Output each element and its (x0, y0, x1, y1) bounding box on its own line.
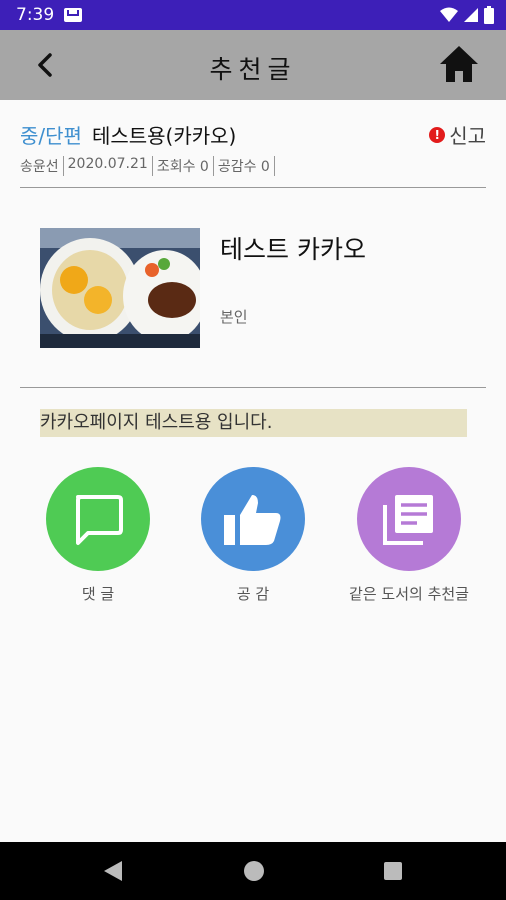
book-title-label: 테스트용(카카오) (91, 124, 237, 148)
meta-views: 조회수 0 (153, 156, 214, 176)
post-meta: 송윤선 2020.07.21 조회수 0 공감수 0 (20, 156, 275, 176)
system-icons (440, 6, 494, 24)
related-posts-button[interactable]: 같은 도서의 추천글 (329, 467, 489, 604)
status-time: 7:39 (16, 5, 55, 25)
divider (20, 387, 486, 388)
book-cover-image (40, 228, 200, 348)
genre-label: 중/단편 (20, 124, 82, 148)
comment-button[interactable]: 댓 글 (18, 467, 178, 604)
meta-date: 2020.07.21 (64, 156, 153, 176)
post-content: 카카오페이지 테스트용 입니다. (40, 409, 467, 437)
comment-circle (46, 467, 150, 571)
related-posts-circle (357, 467, 461, 571)
nav-recents-icon[interactable] (383, 861, 403, 881)
like-circle (201, 467, 305, 571)
comment-label: 댓 글 (81, 585, 115, 603)
meta-likes: 공감수 0 (214, 156, 275, 176)
thumbs-up-icon (224, 495, 281, 545)
like-button[interactable]: 공 감 (173, 467, 333, 604)
app-bar: 추천글 (0, 30, 506, 100)
book-title: 테스트 카카오 (220, 235, 366, 264)
report-button[interactable]: ! 신고 (429, 120, 486, 149)
gmail-icon (64, 8, 82, 22)
like-label: 공 감 (236, 585, 270, 603)
related-posts-label: 같은 도서의 추천글 (349, 585, 469, 603)
comment-icon (76, 495, 123, 545)
meta-author: 송윤선 (20, 156, 64, 176)
book-author: 본인 (220, 308, 248, 326)
battery-icon (484, 6, 494, 24)
nav-home-icon[interactable] (243, 860, 265, 882)
status-bar: 7:39 (0, 0, 506, 30)
home-icon[interactable] (438, 44, 480, 84)
report-label: 신고 (449, 124, 486, 148)
wifi-icon (440, 7, 458, 22)
post-header: 중/단편 테스트용(카카오) ! 신고 (20, 120, 486, 149)
alert-icon: ! (429, 126, 446, 143)
page-title: 추천글 (209, 55, 297, 84)
navigation-bar (0, 842, 506, 900)
library-books-icon (383, 495, 433, 545)
nav-back-icon[interactable] (102, 860, 124, 882)
divider (20, 187, 486, 188)
signal-icon (464, 8, 478, 22)
